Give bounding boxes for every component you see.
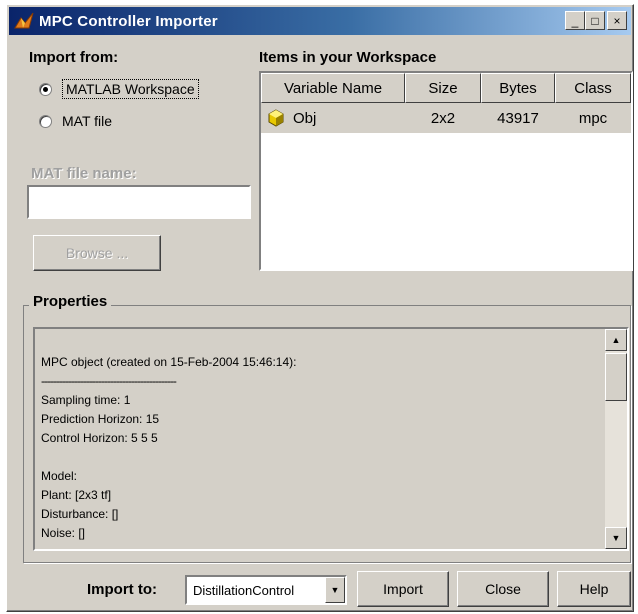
properties-line: Plant: [2x3 tf] [41, 488, 112, 502]
close-button[interactable]: Close [457, 571, 549, 607]
mat-file-name-label: MAT file name: [31, 165, 137, 182]
properties-line: Control Horizon: 5 5 5 [41, 431, 158, 445]
column-header-bytes[interactable]: Bytes [481, 73, 555, 103]
properties-line: MPC object (created on 15-Feb-2004 15:46… [41, 355, 297, 369]
scroll-down-button[interactable]: ▼ [605, 527, 627, 549]
close-window-button[interactable]: × [607, 11, 627, 30]
cell-size: 2x2 [430, 109, 456, 127]
properties-line: ----------------------------------------… [41, 374, 177, 388]
variable-name-value: Obj [293, 109, 317, 127]
properties-line: Sampling time: 1 [41, 393, 131, 407]
cell-bytes: 43917 [497, 109, 539, 127]
app-icon [14, 12, 34, 29]
help-button[interactable]: Help [557, 571, 631, 607]
vertical-scrollbar[interactable]: ▲ ▼ [605, 329, 627, 549]
radio-mat-file[interactable]: MAT file [39, 113, 112, 129]
workspace-label: Items in your Workspace [259, 49, 437, 66]
radio-label-matlab-workspace: MATLAB Workspace [62, 79, 199, 99]
properties-label: Properties [29, 293, 112, 310]
column-header-class[interactable]: Class [555, 73, 631, 103]
arrow-down-icon: ▼ [611, 533, 621, 543]
table-row[interactable]: Obj 2x2 43917 mpc [261, 103, 631, 133]
workspace-table[interactable]: Variable Name Size Bytes Class Obj 2x2 4… [259, 71, 633, 271]
chevron-down-icon: ▼ [330, 585, 340, 595]
window-title: MPC Controller Importer [39, 12, 218, 30]
mpc-object-icon [268, 109, 284, 127]
properties-line: Model: [41, 469, 78, 483]
maximize-icon: □ [591, 13, 599, 28]
import-from-label: Import from: [29, 49, 119, 66]
properties-line: Disturbance: [] [41, 507, 119, 521]
browse-button[interactable]: Browse ... [33, 235, 161, 271]
cell-variable-name: Obj [261, 103, 405, 133]
radio-matlab-workspace[interactable]: MATLAB Workspace [39, 79, 199, 99]
mat-file-name-field[interactable] [27, 185, 251, 219]
properties-text: MPC object (created on 15-Feb-2004 15:46… [41, 353, 296, 543]
import-button[interactable]: Import [357, 571, 449, 607]
properties-line: Noise: [] [41, 526, 86, 540]
close-icon: × [613, 13, 621, 28]
minimize-button[interactable]: _ [565, 11, 585, 30]
import-to-value: DistillationControl [193, 582, 295, 598]
import-to-dropdown[interactable]: DistillationControl ▼ [185, 575, 347, 605]
radio-button-unselected[interactable] [39, 114, 52, 128]
arrow-up-icon: ▲ [611, 335, 621, 345]
importer-window: MPC Controller Importer _ □ × Import fro… [6, 4, 634, 612]
import-to-label: Import to: [87, 581, 157, 598]
properties-line: Prediction Horizon: 15 [41, 412, 160, 426]
table-header: Variable Name Size Bytes Class [261, 73, 631, 103]
properties-text-area[interactable]: MPC object (created on 15-Feb-2004 15:46… [33, 327, 629, 551]
scroll-thumb[interactable] [605, 353, 627, 401]
scroll-up-button[interactable]: ▲ [605, 329, 627, 351]
column-header-size[interactable]: Size [405, 73, 481, 103]
title-bar[interactable]: MPC Controller Importer _ □ × [9, 7, 631, 35]
cell-class: mpc [578, 109, 608, 127]
minimize-icon: _ [571, 13, 579, 28]
maximize-button[interactable]: □ [585, 11, 605, 30]
radio-label-mat-file: MAT file [62, 113, 113, 129]
dropdown-arrow-button[interactable]: ▼ [325, 577, 345, 603]
radio-button-selected[interactable] [39, 82, 52, 96]
properties-line [41, 448, 296, 467]
column-header-variable-name[interactable]: Variable Name [261, 73, 405, 103]
